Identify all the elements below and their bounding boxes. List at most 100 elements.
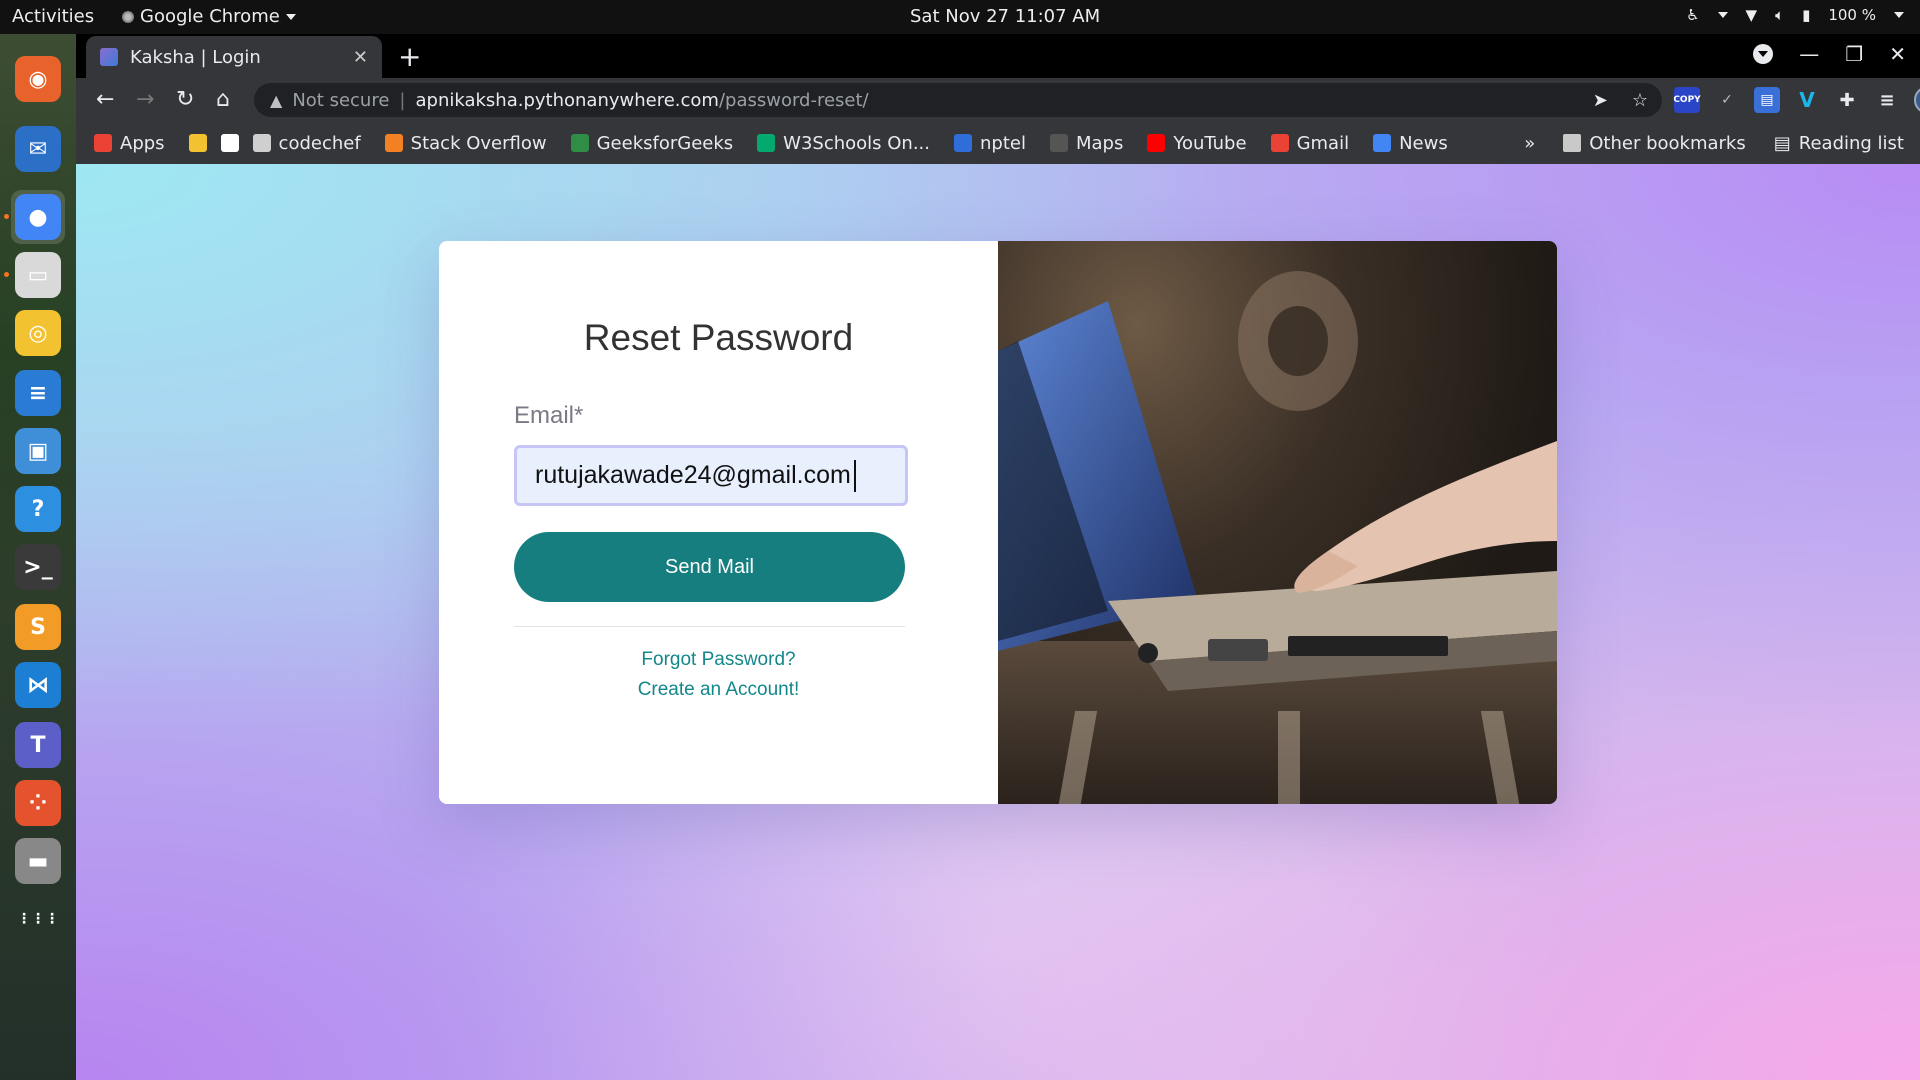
reading-list-label: Reading list [1798, 132, 1904, 154]
bookmark-item[interactable]: codechef [252, 132, 361, 154]
bookmark-item[interactable] [220, 134, 239, 152]
vimeo-extension-icon[interactable]: V [1794, 87, 1820, 113]
bookmark-label: W3Schools On... [783, 132, 931, 154]
tab-kaksha-login[interactable]: Kaksha | Login ✕ [86, 36, 382, 78]
address-bar[interactable]: ▲ Not secure | apnikaksha.pythonanywhere… [254, 83, 1662, 117]
dock-item[interactable]: ◎ [11, 306, 65, 360]
dock-item[interactable]: ≡ [11, 366, 65, 420]
bookmark-star-icon[interactable]: ☆ [1632, 90, 1648, 111]
volume-icon[interactable]: 🔈︎ [1775, 6, 1784, 24]
bookmark-item[interactable]: nptel [954, 133, 1026, 154]
dock-item[interactable]: ⋮⋮⋮ [11, 892, 65, 946]
chevron-down-icon[interactable] [1717, 12, 1728, 18]
app-menu[interactable]: Google Chrome [122, 6, 296, 27]
chevron-down-icon[interactable] [1894, 12, 1904, 18]
bookmark-favicon-icon [757, 134, 776, 152]
dock-item[interactable]: ● [4, 190, 65, 244]
other-bookmarks[interactable]: Other bookmarks [1563, 132, 1746, 154]
forgot-password-link[interactable]: Forgot Password? [439, 649, 998, 671]
dock-item[interactable]: ▭ [4, 248, 65, 302]
dock-item[interactable]: ⁘ [11, 776, 65, 830]
chrome-small-icon [122, 10, 134, 23]
home-icon[interactable]: ⌂ [216, 87, 230, 112]
accessibility-icon[interactable]: ♿︎ [1686, 6, 1699, 24]
send-mail-button[interactable]: Send Mail [514, 532, 905, 602]
page-viewport: Reset Password Email* Send Mail Forgot P… [76, 164, 1920, 1080]
window-controls: — ❐ ✕ [1753, 42, 1906, 66]
send-to-device-icon[interactable]: ➤ [1593, 90, 1608, 111]
divider [514, 626, 905, 627]
dock-item[interactable]: ▣ [11, 424, 65, 478]
activities-button[interactable]: Activities [12, 6, 94, 27]
profile-avatar[interactable] [1914, 86, 1920, 114]
forward-icon[interactable]: → [136, 87, 154, 112]
reading-list[interactable]: ▤ Reading list [1774, 133, 1904, 154]
teams-icon: T [15, 722, 61, 768]
text-cursor [854, 460, 856, 492]
media-control-icon[interactable]: ≡ [1874, 87, 1900, 113]
bookmark-item[interactable]: Maps [1049, 133, 1123, 154]
bookmark-favicon-icon [188, 134, 207, 152]
close-tab-icon[interactable]: ✕ [353, 47, 368, 68]
bookmark-favicon-icon [1049, 134, 1068, 152]
app-red-icon: ⁘ [15, 780, 61, 826]
extensions-area: COPY ✓ ▤ V ✚ ≡ ⋮ [1673, 86, 1920, 114]
new-tab-button[interactable]: + [398, 40, 421, 73]
dock-item[interactable]: ▬ [11, 834, 65, 888]
restore-icon[interactable]: ❐ [1845, 42, 1863, 66]
warning-icon[interactable]: ▲ [270, 91, 282, 110]
dock-item[interactable]: ✉ [11, 122, 65, 176]
battery-icon[interactable]: ▮ [1802, 6, 1810, 24]
bookmark-favicon-icon [94, 134, 112, 152]
bookmark-item[interactable]: News [1373, 133, 1448, 154]
bookmark-favicon-icon [1147, 134, 1166, 152]
wifi-icon[interactable]: ▼ [1746, 6, 1758, 24]
bookmark-item[interactable]: Stack Overflow [384, 133, 547, 154]
firefox-icon: ◉ [15, 56, 61, 102]
bookmark-item[interactable]: W3Schools On... [757, 133, 930, 154]
bookmark-favicon-icon [220, 134, 239, 152]
bookmark-favicon-icon [384, 134, 403, 152]
vscode-icon: ⋈ [15, 662, 61, 708]
clock[interactable]: Sat Nov 27 11:07 AM [910, 6, 1100, 27]
bookmark-item[interactable] [188, 134, 207, 152]
running-indicator [4, 272, 9, 277]
reload-icon[interactable]: ↻ [176, 87, 194, 112]
tab-search-icon[interactable] [1753, 44, 1774, 64]
more-bookmarks-icon[interactable]: » [1524, 133, 1535, 154]
email-field[interactable] [514, 445, 908, 506]
chevron-down-icon [285, 13, 296, 20]
dock-item[interactable]: ? [11, 482, 65, 536]
copy-extension-icon[interactable]: COPY [1673, 87, 1701, 113]
dock-item[interactable]: S [11, 600, 65, 654]
create-account-link[interactable]: Create an Account! [439, 679, 998, 701]
puzzle-extensions-icon[interactable]: ✚ [1834, 87, 1860, 113]
minimize-icon[interactable]: — [1799, 42, 1819, 66]
tab-title: Kaksha | Login [130, 46, 261, 68]
security-status[interactable]: Not secure [292, 90, 389, 111]
chat-extension-icon[interactable]: ▤ [1754, 87, 1780, 113]
chrome-icon: ● [15, 194, 61, 240]
checkmark-extension-icon[interactable]: ✓ [1714, 87, 1740, 113]
dock-item[interactable]: ⋈ [11, 658, 65, 712]
bookmark-item[interactable]: YouTube [1147, 132, 1247, 154]
bookmark-label: GeeksforGeeks [596, 132, 734, 154]
files-icon: ▭ [15, 252, 61, 298]
url-path[interactable]: /password-reset/ [719, 90, 869, 111]
close-window-icon[interactable]: ✕ [1889, 42, 1906, 66]
dock-item[interactable]: >_ [11, 540, 65, 594]
bookmark-item[interactable]: Gmail [1270, 133, 1349, 154]
url-host[interactable]: apnikaksha.pythonanywhere.com [415, 90, 718, 111]
other-bookmarks-label: Other bookmarks [1589, 132, 1746, 154]
bookmark-label: codechef [278, 132, 361, 154]
dock-item[interactable]: ◉ [11, 52, 65, 106]
bookmark-item[interactable]: GeeksforGeeks [570, 132, 734, 154]
system-tray[interactable]: ♿︎ ▼ 🔈︎ ▮ 100 % [1686, 6, 1904, 24]
bookmark-favicon-icon [252, 134, 271, 152]
back-icon[interactable]: ← [96, 87, 114, 112]
bookmark-item[interactable]: Apps [94, 133, 165, 154]
bookmark-label: YouTube [1173, 132, 1247, 154]
url-separator: | [399, 89, 406, 111]
show-apps-icon: ⋮⋮⋮ [17, 911, 59, 927]
dock-item[interactable]: T [11, 718, 65, 772]
